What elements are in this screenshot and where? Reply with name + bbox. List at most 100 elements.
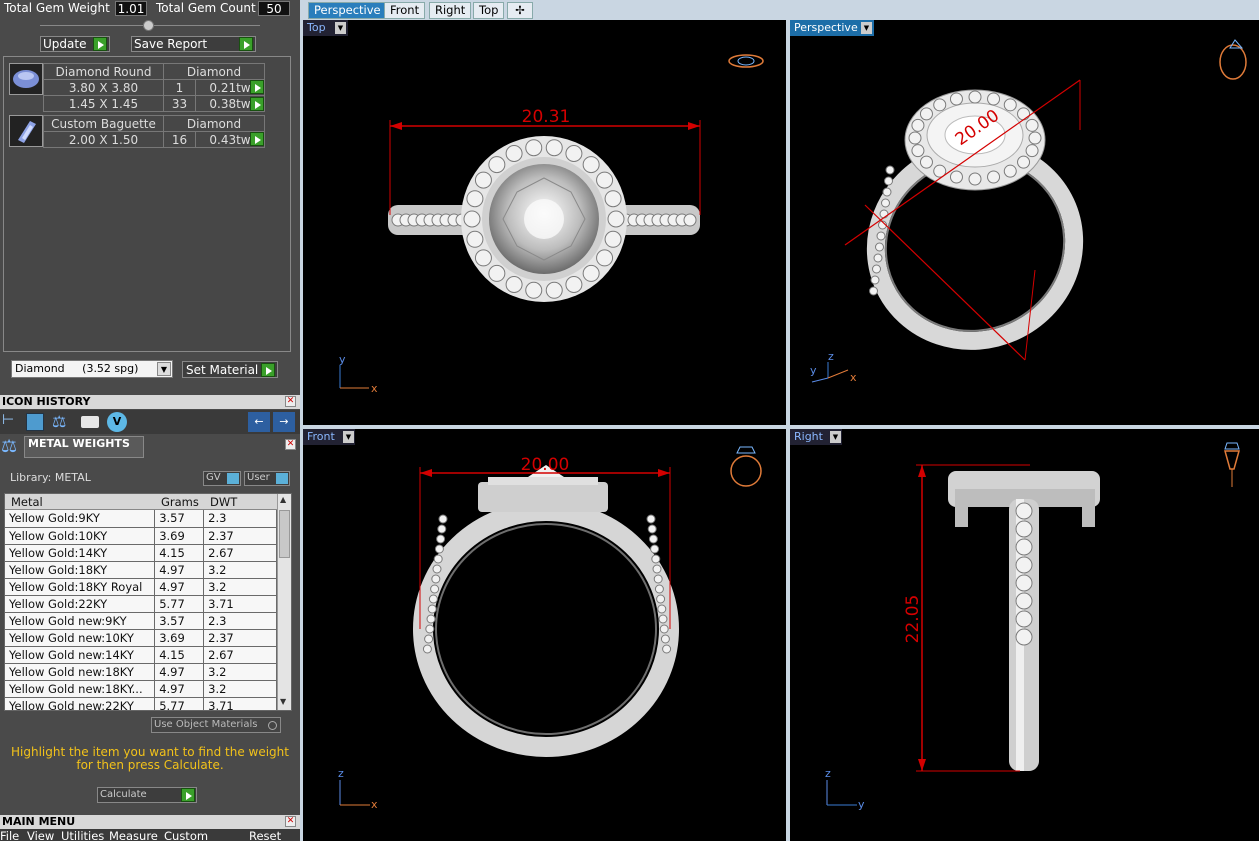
table-row[interactable]: Yellow Gold new:9KY 3.57 2.3 [5,612,277,630]
viewport-right[interactable]: 22.05 z y Right ▼ [790,429,1259,841]
folder-icon[interactable] [81,416,99,428]
column-dwt[interactable]: DWT [210,495,237,509]
update-label: Update [43,37,87,51]
svg-text:z: z [825,767,831,780]
chevron-down-icon[interactable]: ▼ [335,22,346,34]
update-button[interactable]: Update [40,36,110,52]
menu-custom[interactable]: Custom [164,829,208,841]
back-arrow-icon[interactable]: ← [248,412,270,432]
halo-stone [604,230,622,248]
table-row[interactable]: Yellow Gold new:14KY 4.15 2.67 [5,646,277,664]
splitter-handle[interactable] [143,20,154,31]
cell-grams: 4.97 [154,680,205,698]
svg-text:y: y [339,353,346,366]
band-stone [646,514,656,524]
chevron-down-icon[interactable]: ▼ [343,431,354,443]
round-gem-material[interactable]: Diamond [163,63,265,80]
table-row[interactable]: Yellow Gold:10KY 3.69 2.37 [5,527,277,545]
baguette-row-1-go-icon[interactable] [250,132,264,146]
band-stone [881,198,890,208]
baguette-gem-thumbnail-icon[interactable] [9,115,43,147]
halo-stone [987,170,1001,184]
gem-qty: 33 [163,95,196,112]
tree-icon[interactable]: ⊢ [2,412,22,432]
tab-perspective[interactable]: Perspective [308,2,387,19]
round-gem-thumbnail-icon[interactable] [9,63,43,95]
cell-dwt: 3.71 [203,595,277,613]
gv-toggle[interactable]: GV [203,471,241,486]
close-icon[interactable]: ✕ [285,439,296,450]
band-stone [872,264,881,274]
scale-icon[interactable]: ⚖ [52,412,66,431]
scroll-up-icon[interactable]: ▲ [280,495,286,504]
band-stone [1015,628,1033,646]
table-row[interactable]: 2.00 X 1.50 16 0.43tw [43,131,265,148]
halo-stone [466,190,484,208]
round-row-1-go-icon[interactable] [250,80,264,94]
calculate-button[interactable]: Calculate [97,787,197,803]
table-row[interactable]: 3.80 X 3.80 1 0.21tw [43,79,265,96]
round-row-2-go-icon[interactable] [250,97,264,111]
band-stone [870,275,880,285]
use-object-materials-checkbox[interactable]: Use Object Materials [151,717,281,733]
band-stone [430,584,440,594]
halo-stone [1025,144,1039,158]
column-metal[interactable]: Metal [11,495,43,509]
chevron-down-icon[interactable]: ▼ [861,22,872,34]
close-icon[interactable]: ✕ [285,396,296,407]
table-row[interactable]: Yellow Gold:14KY 4.15 2.67 [5,544,277,562]
viewport-perspective[interactable]: 20.00 z y x Perspective ▼ [790,20,1259,425]
table-row[interactable]: Yellow Gold new:18KY 4.97 3.2 [5,663,277,681]
forward-arrow-icon[interactable]: → [273,412,295,432]
menu-measure[interactable]: Measure [109,829,158,841]
band-stone [650,544,660,554]
baguette-gem-name[interactable]: Custom Baguette [43,115,164,132]
table-row[interactable]: Yellow Gold:22KY 5.77 3.71 [5,595,277,613]
cell-metal: Yellow Gold:22KY [5,595,156,613]
scrollbar[interactable]: ▲ ▼ [277,494,291,710]
save-report-button[interactable]: Save Report [131,36,256,52]
set-material-button[interactable]: Set Material [182,361,278,378]
svg-text:y: y [858,798,865,811]
table-row[interactable]: Yellow Gold new:18KY... 4.97 3.2 [5,680,277,698]
table-row[interactable]: 1.45 X 1.45 33 0.38tw [43,95,265,112]
table-row[interactable]: Yellow Gold:18KY 4.97 3.2 [5,561,277,579]
menu-utilities[interactable]: Utilities [61,829,104,841]
scroll-thumb[interactable] [279,510,290,558]
round-gem-name[interactable]: Diamond Round [43,63,164,80]
tab-front[interactable]: Front [384,2,426,19]
halo-stone [474,171,492,189]
v-logo-icon[interactable]: V [107,412,127,432]
tab-right[interactable]: Right [429,2,472,19]
viewport-top[interactable]: 20.31 y x Top ▼ [303,20,786,425]
calculator-icon[interactable] [26,413,44,431]
table-row[interactable]: Yellow Gold:9KY 3.57 2.3 [5,510,277,528]
scroll-down-icon[interactable]: ▼ [280,697,286,706]
close-icon[interactable]: ✕ [285,816,296,827]
menu-file[interactable]: File [0,829,19,841]
menu-view[interactable]: View [27,829,54,841]
viewport-front[interactable]: 20.00 z x Front ▼ [303,429,786,841]
material-select[interactable]: Diamond (3.52 spg) ▼ [11,360,173,378]
halo-stone [604,190,622,208]
band-stone [656,594,666,604]
band-stone [1015,610,1033,628]
column-grams[interactable]: Grams [161,495,199,509]
chevron-down-icon[interactable]: ▼ [830,431,841,443]
add-tab-button[interactable]: ✢ [507,2,533,19]
cell-dwt: 3.2 [203,561,277,579]
baguette-gem-material[interactable]: Diamond [163,115,265,132]
halo-stone [488,156,506,174]
menu-reset[interactable]: Reset [249,829,281,841]
band-stone [882,187,892,197]
chevron-down-icon[interactable]: ▼ [157,362,171,376]
halo-stone [463,210,481,228]
tab-top[interactable]: Top [473,2,505,19]
metal-rows: Yellow Gold:9KY 3.57 2.3 Yellow Gold:10KY 3.… [5,510,277,710]
cell-grams: 3.69 [154,527,205,545]
table-row[interactable]: Yellow Gold:18KY Royal 4.97 3.2 [5,578,277,596]
halo-stone [933,98,947,112]
user-toggle[interactable]: User [244,471,290,486]
table-row[interactable]: Yellow Gold new:10KY 3.69 2.37 [5,629,277,647]
table-row[interactable]: Yellow Gold new:22KY 5.77 3.71 [5,697,277,710]
